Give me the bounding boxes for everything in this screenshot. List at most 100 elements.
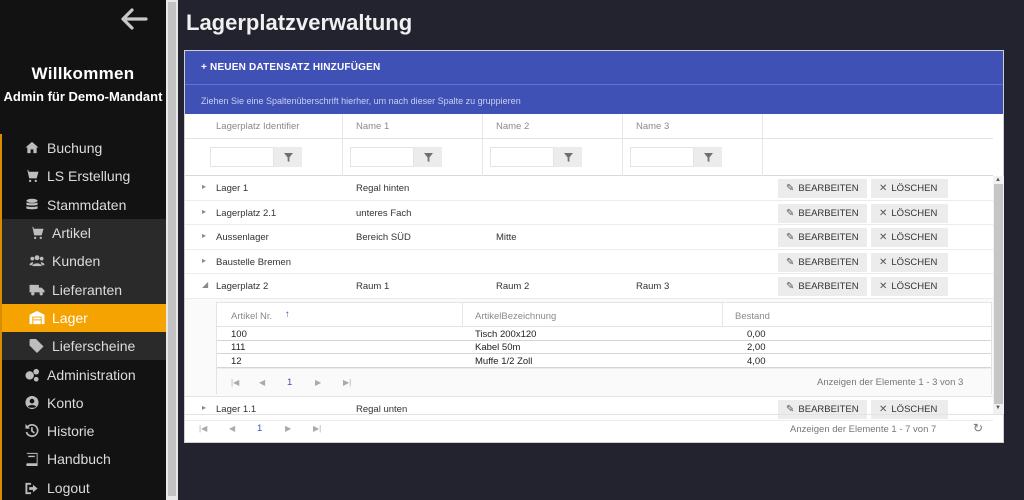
- detail-row[interactable]: 111 Kabel 50m 2,00: [217, 341, 991, 354]
- book-icon: [23, 451, 41, 467]
- scrollbar-thumb[interactable]: [994, 184, 1003, 404]
- edit-button[interactable]: ✎ BEARBEITEN: [778, 252, 867, 272]
- delete-label: LÖSCHEN: [891, 207, 938, 219]
- delete-button[interactable]: ✕ LÖSCHEN: [871, 203, 948, 223]
- prev-page-icon[interactable]: ◀: [259, 378, 265, 387]
- cell-identifier: Lagerplatz 2: [216, 281, 269, 292]
- sidebar-scrollbar[interactable]: [166, 0, 178, 500]
- column-header-name2[interactable]: Name 2: [496, 121, 529, 132]
- pager-info: Anzeigen der Elemente 1 - 7 von 7: [790, 424, 937, 435]
- sort-asc-icon[interactable]: ↑: [285, 309, 290, 320]
- pencil-icon: ✎: [786, 232, 795, 243]
- home-icon: [23, 140, 41, 156]
- divider: [622, 114, 623, 139]
- close-icon: ✕: [879, 403, 888, 415]
- sidebar-item-lager[interactable]: Lager: [0, 303, 166, 333]
- cell-bestand: 0,00: [747, 328, 766, 340]
- filter-input[interactable]: [490, 147, 554, 167]
- detail-column-header[interactable]: ArtikelBezeichnung: [475, 311, 556, 322]
- detail-row[interactable]: 12 Muffe 1/2 Zoll 4,00: [217, 355, 991, 368]
- sidebar-item-administration[interactable]: Administration: [0, 360, 166, 389]
- table-row[interactable]: ◢ Lagerplatz 2 Raum 1 Raum 2 Raum 3 ✎ BEARBEIT…: [185, 274, 993, 299]
- grid-scrollbar[interactable]: ▲ ▼: [993, 176, 1004, 414]
- delete-button[interactable]: ✕ LÖSCHEN: [871, 277, 948, 296]
- filter-input[interactable]: [350, 147, 414, 167]
- sidebar-item-buchung[interactable]: Buchung: [0, 134, 166, 163]
- sidebar-item-handbuch[interactable]: Handbuch: [0, 445, 166, 474]
- column-header-name1[interactable]: Name 1: [356, 121, 389, 132]
- cell-identifier: Baustelle Bremen: [216, 256, 291, 268]
- add-record-button[interactable]: + NEUEN DATENSATZ HINZUFÜGEN: [201, 62, 380, 73]
- filter-icon[interactable]: [274, 147, 302, 167]
- sidebar-item-ls-erstellung[interactable]: LS Erstellung: [0, 162, 166, 191]
- edit-button[interactable]: ✎ BEARBEITEN: [778, 203, 867, 223]
- expand-icon[interactable]: ▸: [202, 182, 206, 191]
- next-page-icon[interactable]: ▶: [285, 424, 291, 433]
- table-row[interactable]: ▸ Baustelle Bremen ✎ BEARBEITEN ✕ LÖSCHEN: [185, 250, 993, 274]
- delete-button[interactable]: ✕ LÖSCHEN: [871, 228, 948, 247]
- first-page-icon[interactable]: |◀: [199, 424, 207, 433]
- cell-bezeichnung: Kabel 50m: [475, 342, 521, 353]
- last-page-icon[interactable]: ▶|: [343, 378, 351, 387]
- table-row[interactable]: ▸ Lagerplatz 2.1 unteres Fach ✎ BEARBEITEN ✕ L…: [185, 201, 993, 225]
- last-page-icon[interactable]: ▶|: [313, 424, 321, 433]
- expand-icon[interactable]: ▸: [202, 231, 206, 240]
- delete-label: LÖSCHEN: [891, 256, 938, 268]
- filter-input[interactable]: [630, 147, 694, 167]
- expand-icon[interactable]: ▸: [202, 256, 206, 265]
- detail-row[interactable]: 100 Tisch 200x120 0,00: [217, 328, 991, 341]
- delete-button[interactable]: ✕ LÖSCHEN: [871, 179, 948, 198]
- sidebar-item-label: Artikel: [52, 225, 91, 242]
- history-icon: [23, 423, 41, 439]
- sidebar-item-logout[interactable]: Logout: [0, 473, 166, 500]
- edit-button[interactable]: ✎ BEARBEITEN: [778, 277, 867, 296]
- edit-label: BEARBEITEN: [798, 403, 859, 415]
- divider: [762, 139, 763, 176]
- edit-button[interactable]: ✎ BEARBEITEN: [778, 179, 867, 198]
- cell-name1: unteres Fach: [356, 207, 412, 219]
- column-header-name3[interactable]: Name 3: [636, 121, 669, 132]
- scroll-up-icon[interactable]: ▲: [995, 177, 1001, 183]
- sidebar-item-kunden[interactable]: Kunden: [0, 247, 166, 276]
- scrollbar-thumb[interactable]: [168, 2, 176, 496]
- filter-name1: [350, 147, 442, 167]
- pencil-icon: ✎: [786, 207, 795, 219]
- page-number[interactable]: 1: [287, 377, 292, 388]
- filter-icon[interactable]: [414, 147, 442, 167]
- sidebar-item-historie[interactable]: Historie: [0, 416, 166, 446]
- first-page-icon[interactable]: |◀: [231, 378, 239, 387]
- sidebar-item-stammdaten[interactable]: Stammdaten: [0, 190, 166, 219]
- sidebar-item-artikel[interactable]: Artikel: [0, 218, 166, 248]
- database-icon: [23, 197, 41, 213]
- expand-icon[interactable]: ▸: [202, 403, 206, 412]
- cart-icon: [28, 225, 46, 241]
- detail-column-header[interactable]: Bestand: [735, 311, 770, 322]
- sidebar-item-lieferscheine[interactable]: Lieferscheine: [0, 332, 166, 361]
- table-row[interactable]: ▸ Lager 1 Regal hinten ✎ BEARBEITEN ✕ LÖSCHEN: [185, 176, 993, 201]
- expand-icon[interactable]: ▸: [202, 207, 206, 216]
- filter-input[interactable]: [210, 147, 274, 167]
- table-row[interactable]: ▸ Aussenlager Bereich SÜD Mitte ✎ BEARBEITEN ✕…: [185, 225, 993, 250]
- cell-artikel-nr: 12: [231, 355, 242, 367]
- detail-pager-info: Anzeigen der Elemente 1 - 3 von 3: [817, 376, 964, 388]
- sidebar-item-lieferanten[interactable]: Lieferanten: [0, 275, 166, 304]
- delete-button[interactable]: ✕ LÖSCHEN: [871, 252, 948, 272]
- filter-icon[interactable]: [694, 147, 722, 167]
- page-number[interactable]: 1: [257, 423, 262, 434]
- prev-page-icon[interactable]: ◀: [229, 424, 235, 433]
- refresh-icon[interactable]: ↻: [973, 421, 983, 435]
- scroll-down-icon[interactable]: ▼: [995, 405, 1001, 411]
- collapse-icon[interactable]: ◢: [202, 280, 208, 289]
- next-page-icon[interactable]: ▶: [315, 378, 321, 387]
- filter-icon[interactable]: [554, 147, 582, 167]
- group-panel[interactable]: Ziehen Sie eine Spaltenüberschrift hierh…: [185, 84, 1003, 114]
- sidebar-item-label: Logout: [47, 479, 90, 496]
- back-arrow-icon[interactable]: [120, 8, 150, 30]
- edit-button[interactable]: ✎ BEARBEITEN: [778, 228, 867, 247]
- filter-name2: [490, 147, 582, 167]
- cell-bezeichnung: Muffe 1/2 Zoll: [475, 355, 533, 367]
- column-header-identifier[interactable]: Lagerplatz Identifier: [216, 121, 299, 132]
- detail-column-header[interactable]: Artikel Nr.: [231, 311, 272, 322]
- warehouse-icon: [28, 310, 46, 326]
- sidebar-item-konto[interactable]: Konto: [0, 388, 166, 417]
